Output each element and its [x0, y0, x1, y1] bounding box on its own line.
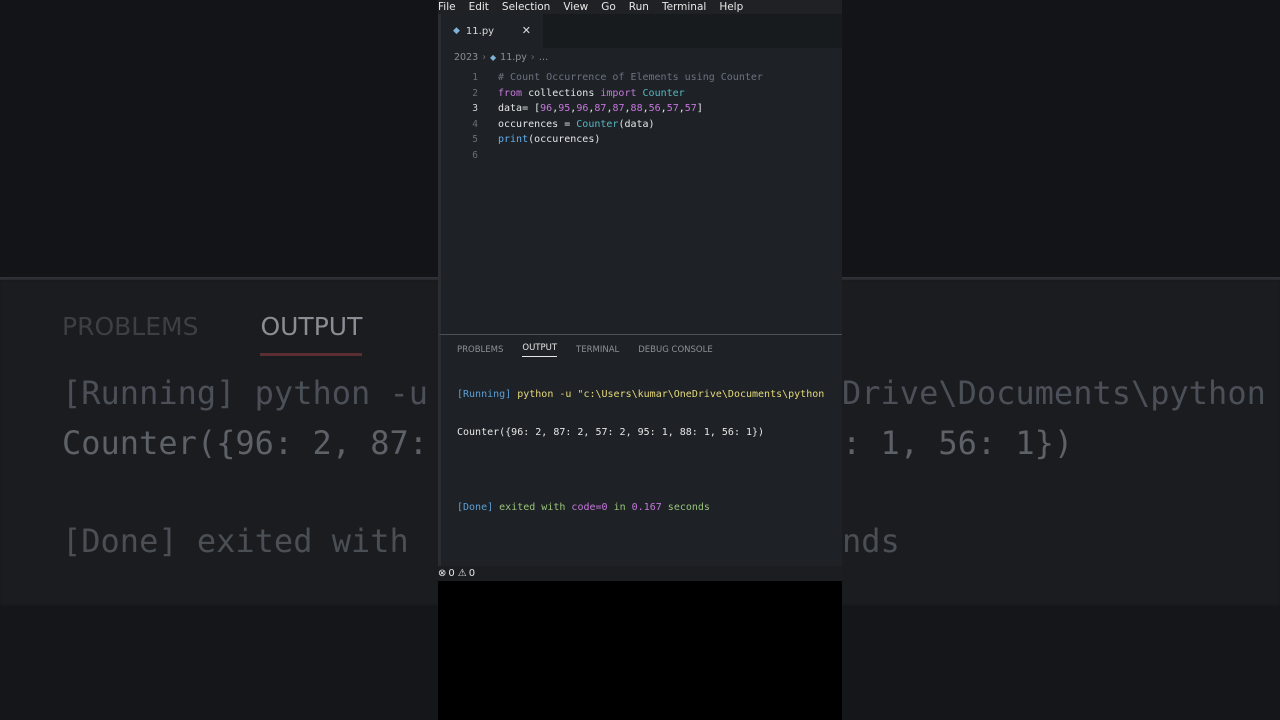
done-tag: [Done]	[457, 501, 494, 513]
output-running-line: [Running] python -u "c:\Users\kumar\OneD…	[457, 387, 842, 403]
breadcrumb-file[interactable]: 11.py	[500, 52, 527, 63]
close-icon[interactable]: ✕	[522, 24, 531, 37]
background-tab-problems: PROBLEMS	[62, 312, 199, 341]
code-editor[interactable]: 1 # Count Occurrence of Elements using C…	[441, 70, 842, 163]
menu-bar: File Edit Selection View Go Run Terminal…	[438, 0, 842, 14]
code-text: # Count Occurrence of Elements using Cou…	[498, 72, 763, 84]
code-line: 5 print(occurences)	[441, 132, 842, 148]
code-line: 4 occurences = Counter(data)	[441, 117, 842, 133]
breadcrumb-folder[interactable]: 2023	[454, 52, 478, 63]
background-running-line-right: Drive\Documents\python	[842, 374, 1266, 412]
running-command: python -u "c:\Users\kumar\OneDrive\Docum…	[517, 389, 825, 400]
background-result-line: Counter({96: 2, 87:	[62, 424, 429, 462]
warning-count[interactable]: 0	[469, 568, 475, 579]
chevron-right-icon: ›	[530, 51, 535, 63]
line-number: 5	[472, 134, 478, 146]
menu-terminal[interactable]: Terminal	[662, 1, 706, 13]
panel-tabs: PROBLEMS OUTPUT TERMINAL DEBUG CONSOLE	[441, 335, 842, 365]
code-line: 1 # Count Occurrence of Elements using C…	[441, 70, 842, 86]
menu-go[interactable]: Go	[601, 1, 616, 13]
tab-label: 11.py	[465, 25, 495, 37]
menu-view[interactable]: View	[563, 1, 588, 13]
editor-tab-bar: ◆ 11.py ✕	[441, 14, 842, 48]
output-content[interactable]: [Running] python -u "c:\Users\kumar\OneD…	[441, 365, 842, 537]
running-tag: [Running]	[457, 389, 512, 400]
error-count[interactable]: 0	[448, 568, 454, 579]
background-done-line: [Done] exited with	[62, 522, 409, 560]
code-line: 2 from collections import Counter	[441, 86, 842, 102]
python-file-icon: ◆	[453, 26, 460, 36]
background-tab-output: OUTPUT	[260, 312, 363, 356]
chevron-right-icon: ›	[482, 51, 486, 63]
python-file-icon: ◆	[490, 52, 497, 62]
code-line: 3 data= [96,95,96,87,87,88,56,57,57]	[441, 101, 842, 117]
warning-icon: ⚠	[457, 568, 467, 579]
code-text: occurences = Counter(data)	[498, 118, 655, 130]
done-in: in	[613, 501, 626, 513]
line-number: 2	[472, 87, 478, 99]
status-bar: ⊗ 0 ⚠ 0	[438, 566, 842, 581]
tab-output[interactable]: OUTPUT	[522, 343, 558, 357]
vscode-window: File Edit Selection View Go Run Terminal…	[438, 0, 842, 720]
elapsed-time: 0.167	[631, 501, 662, 513]
breadcrumb: 2023 › ◆ 11.py › …	[441, 48, 842, 66]
menu-file[interactable]: File	[438, 1, 456, 13]
line-number: 3	[472, 103, 478, 115]
background-running-line: [Running] python -u	[62, 374, 429, 412]
menu-selection[interactable]: Selection	[502, 1, 550, 13]
line-number: 6	[472, 149, 478, 161]
background-done-line-right: nds	[842, 522, 900, 560]
background-result-line-right: : 1, 56: 1})	[842, 424, 1074, 462]
menu-edit[interactable]: Edit	[469, 1, 489, 13]
output-blank-line	[457, 462, 842, 478]
bottom-panel: PROBLEMS OUTPUT TERMINAL DEBUG CONSOLE […	[438, 334, 842, 566]
menu-help[interactable]: Help	[719, 1, 743, 13]
breadcrumb-more[interactable]: …	[539, 52, 549, 63]
tab-problems[interactable]: PROBLEMS	[457, 345, 503, 355]
background-panel-tabs: PROBLEMS OUTPUT	[62, 312, 424, 356]
tab-terminal[interactable]: TERMINAL	[576, 345, 619, 355]
code-text: data= [96,95,96,87,87,88,56,57,57]	[498, 103, 703, 115]
code-line: 6	[441, 148, 842, 164]
tab-debug-console[interactable]: DEBUG CONSOLE	[638, 345, 712, 355]
done-text: exited with	[499, 501, 566, 513]
output-result-line: Counter({96: 2, 87: 2, 57: 2, 95: 1, 88:…	[457, 426, 765, 438]
line-number: 4	[472, 118, 478, 130]
exit-code: code=0	[571, 501, 608, 513]
line-number: 1	[472, 72, 478, 84]
output-done-line: [Done] exited with code=0 in 0.167 secon…	[457, 500, 842, 516]
editor-area: ◆ 11.py ✕ 2023 › ◆ 11.py › … 1 # Count O…	[438, 14, 842, 334]
done-seconds: seconds	[667, 501, 710, 513]
code-text: from collections import Counter	[498, 87, 685, 99]
menu-run[interactable]: Run	[629, 1, 649, 13]
code-text: print(occurences)	[498, 134, 601, 146]
error-icon: ⊗	[438, 568, 447, 579]
editor-tab-11py[interactable]: ◆ 11.py ✕	[441, 14, 543, 48]
